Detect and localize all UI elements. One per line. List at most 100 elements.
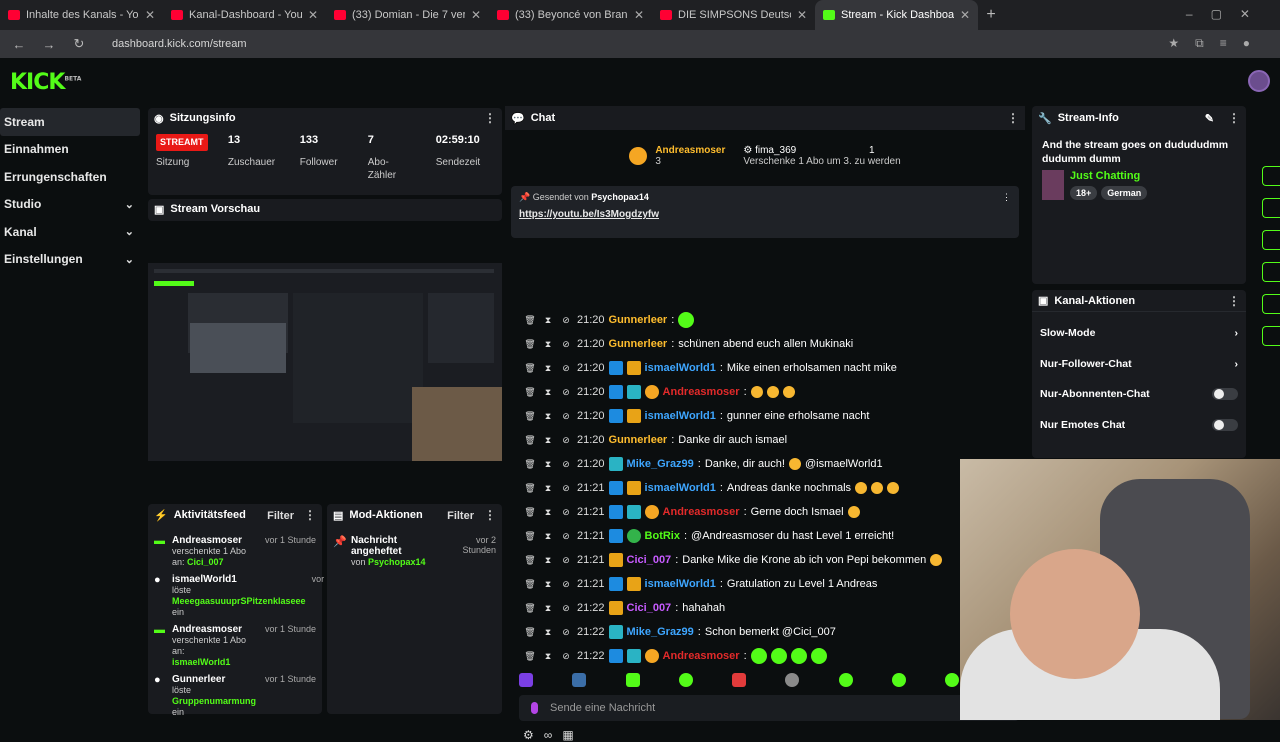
youtube-icon (497, 10, 509, 20)
chat-message[interactable]: 🗑 ⧗ ⊘ 21:22 Andreasmoser: (523, 644, 827, 668)
browser-toolbar-icons[interactable]: ★⧉≡● (1168, 36, 1266, 51)
chat-tools[interactable]: ⚙∞▦ (523, 728, 584, 742)
emote-chat-toggle[interactable] (1212, 418, 1238, 431)
close-icon[interactable]: ✕ (797, 8, 807, 22)
activity-item: ● Gunnerleer löste Gruppenumarmung ein vo… (154, 674, 316, 717)
more-options-icon[interactable]: ⋮ (304, 508, 316, 522)
more-options-icon[interactable]: ⋮ (484, 111, 496, 125)
new-tab-button[interactable]: + (978, 6, 1004, 24)
browser-tab-bar: Inhalte des Kanals - YouTube St✕ Kanal-D… (0, 0, 1280, 30)
close-icon[interactable]: ✕ (308, 8, 318, 22)
chat-message[interactable]: 🗑 ⧗ ⊘ 21:21 ismaelWorld1: Gratulation zu Leve… (523, 572, 877, 596)
pinned-message[interactable]: 📌 Gesendet von Psychopax14 ⋮ https://yout… (511, 186, 1019, 238)
sidebar-item-stream[interactable]: Stream (0, 108, 140, 136)
filter-button[interactable]: Filter (267, 510, 294, 522)
emote-icon[interactable] (625, 673, 640, 687)
chat-message[interactable]: 🗑 ⧗ ⊘ 21:21 ismaelWorld1: Andreas danke nochm… (523, 476, 900, 500)
sidebar-item-einnahmen[interactable]: Einnahmen (0, 136, 140, 164)
close-icon[interactable]: ✕ (960, 8, 970, 22)
reward-icon: ● (154, 674, 161, 686)
more-options-icon[interactable]: ⋮ (1002, 192, 1011, 203)
chat-message[interactable]: 🗑 ⧗ ⊘ 21:20 Andreasmoser: (523, 380, 795, 404)
edit-icon[interactable]: ✎ (1205, 113, 1214, 125)
microphone-icon (531, 702, 538, 714)
browser-tab[interactable]: (33) Beyoncé von Branchen-Ins✕ (489, 0, 652, 30)
filter-button[interactable]: Filter (447, 510, 474, 522)
chat-message[interactable]: 🗑 ⧗ ⊘ 21:22 Mike_Graz99: Schon bemerkt @Cici_… (523, 620, 836, 644)
stream-title: And the stream goes on dudududmm dudumm … (1042, 139, 1229, 165)
live-badge: STREAMT (156, 134, 208, 151)
emote-icon[interactable] (838, 673, 853, 687)
slow-mode-row[interactable]: Slow-Mode › (1032, 318, 1246, 349)
chat-message[interactable]: 🗑 ⧗ ⊘ 21:20 Gunnerleer: (523, 308, 695, 332)
browser-tab-active[interactable]: Stream - Kick Dashboard ✕ (815, 0, 978, 30)
youtube-icon (171, 10, 183, 20)
chat-input[interactable]: Sende eine Nachricht (519, 695, 1019, 721)
wrench-icon: 🔧 (1038, 112, 1052, 125)
chat-message[interactable]: 🗑 ⧗ ⊘ 21:22 Cici_007: hahahah (523, 596, 725, 620)
sidebar-item-studio[interactable]: Studio ⌄ (0, 191, 140, 219)
emote-icon[interactable] (732, 673, 746, 687)
chat-message[interactable]: 🗑 ⧗ ⊘ 21:20 ismaelWorld1: gunner eine erholsa… (523, 404, 869, 428)
more-options-icon[interactable]: ⋮ (484, 508, 496, 522)
browser-tab[interactable]: Kanal-Dashboard - YouTube St✕ (163, 0, 326, 30)
shield-icon: ▣ (1038, 295, 1049, 307)
browser-tab[interactable]: DIE SIMPSONS Deutsch German✕ (652, 0, 815, 30)
more-options-icon[interactable]: ⋮ (1228, 294, 1240, 308)
emote-icon[interactable] (572, 673, 587, 687)
emote-icon[interactable] (678, 673, 693, 687)
emote-icon[interactable] (891, 673, 906, 687)
toolbar-icon[interactable] (1262, 166, 1280, 186)
pinned-link[interactable]: https://youtu.be/Is3Mogdzyfw (519, 209, 1011, 220)
chat-message[interactable]: 🗑 ⧗ ⊘ 21:21 Cici_007: Danke Mike die Krone ab… (523, 548, 943, 572)
gift-icon: ▬ (154, 624, 165, 636)
stream-preview[interactable] (148, 263, 502, 461)
preview-icon: ▣ (154, 203, 165, 216)
close-icon[interactable]: ✕ (471, 8, 481, 22)
chat-message[interactable]: 🗑 ⧗ ⊘ 21:20 Mike_Graz99: Danke, dir auch! @ism… (523, 452, 883, 476)
chat-message[interactable]: 🗑 ⧗ ⊘ 21:20 Gunnerleer: schünen abend euch al… (523, 332, 853, 356)
ban-icon[interactable]: ⊘ (559, 315, 573, 326)
subscriber-chat-toggle[interactable] (1212, 388, 1238, 401)
emote-icon (678, 312, 695, 328)
chat-message[interactable]: 🗑 ⧗ ⊘ 21:21 Andreasmoser: Gerne doch Ismael (523, 500, 860, 524)
delete-icon[interactable]: 🗑 (523, 315, 537, 326)
emote-picker-icon[interactable] (519, 673, 533, 687)
panel-title: Chat (530, 112, 556, 124)
chevron-right-icon: › (1234, 327, 1239, 340)
close-icon[interactable]: ✕ (634, 8, 644, 22)
follower-chat-row[interactable]: Nur-Follower-Chat › (1032, 349, 1246, 380)
reload-icon[interactable]: ↻ (68, 36, 90, 52)
sidebar-item-kanal[interactable]: Kanal ⌄ (0, 218, 140, 246)
browser-tab[interactable]: Inhalte des Kanals - YouTube St✕ (0, 0, 163, 30)
back-icon[interactable]: ← (8, 37, 30, 52)
chat-message[interactable]: 🗑 ⧗ ⊘ 21:21 BotRix: @Andreasmoser du hast Lev… (523, 524, 894, 548)
toolbar-icon[interactable] (1262, 326, 1280, 346)
stream-preview-header: ▣ Stream Vorschau (148, 199, 502, 221)
sidebar-item-einstellungen[interactable]: Einstellungen ⌄ (0, 246, 140, 274)
avatar[interactable] (1248, 70, 1270, 92)
forward-icon[interactable]: → (38, 37, 60, 52)
more-options-icon[interactable]: ⋮ (1007, 111, 1019, 125)
chat-message[interactable]: 🗑 ⧗ ⊘ 21:20 Gunnerleer: Danke dir auch ismael (523, 428, 787, 452)
sidebar-item-errungenschaften[interactable]: Errungenschaften (0, 163, 140, 191)
more-options-icon[interactable]: ⋮ (1228, 111, 1240, 125)
broadcast-icon: ◉ (154, 112, 164, 125)
chat-message[interactable]: 🗑 ⧗ ⊘ 21:20 ismaelWorld1: Mike einen erholsam… (523, 356, 897, 380)
timeout-icon[interactable]: ⧗ (541, 315, 555, 326)
toolbar-icon[interactable] (1262, 230, 1280, 250)
toolbar-icon[interactable] (1262, 262, 1280, 282)
toolbar-icon[interactable] (1262, 198, 1280, 218)
emote-icon[interactable] (945, 673, 959, 687)
right-toolbar (1262, 166, 1280, 358)
activity-item: ● ismaelWorld1 löste MeeegaasuuuprSPitzenk… (154, 574, 363, 617)
close-icon[interactable]: ✕ (145, 8, 155, 22)
kick-logo[interactable]: KICKBETA (10, 70, 81, 95)
emote-icon[interactable] (785, 673, 800, 687)
url-field[interactable]: dashboard.kick.com/stream (112, 38, 247, 50)
browser-tab[interactable]: (33) Domian - Die 7 verrücktest✕ (326, 0, 489, 30)
person-head (1010, 549, 1140, 679)
session-info-panel: ◉ Sitzungsinfo ⋮ STREAMT Sitzung 13 Zuschau… (148, 108, 502, 195)
toolbar-icon[interactable] (1262, 294, 1280, 314)
window-controls[interactable]: –▢✕ (1186, 7, 1268, 21)
